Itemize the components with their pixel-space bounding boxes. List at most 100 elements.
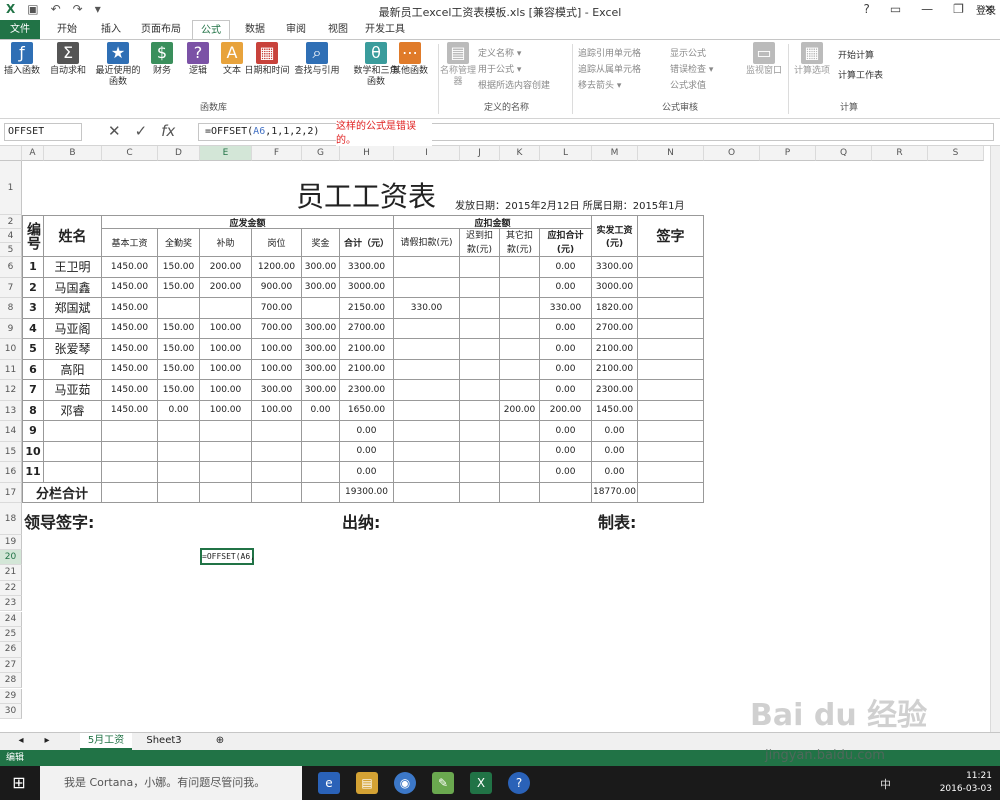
cell-deduct[interactable]: 0.00 [540,441,592,462]
cell-net[interactable]: 0.00 [592,462,638,483]
cell-other[interactable] [500,298,540,319]
row-header[interactable]: 16 [0,462,22,483]
cell-deduct[interactable]: 330.00 [540,298,592,319]
header-deduct-group[interactable]: 应扣金额 [394,215,592,229]
cell-post[interactable]: 900.00 [252,277,302,298]
cell-other[interactable] [500,257,540,278]
tab-1[interactable]: 开始 [46,20,88,39]
cell-attend[interactable] [158,441,200,462]
cell-subsidy[interactable]: 100.00 [200,380,252,401]
row-name[interactable] [44,462,102,483]
column-header[interactable]: Q [816,146,872,161]
row-header[interactable]: 17 [0,482,22,503]
cell-bonus[interactable]: 0.00 [302,400,340,421]
cell-sign[interactable] [638,298,704,319]
cell-base[interactable]: 1450.00 [102,380,158,401]
add-sheet-icon[interactable]: ⊕ [212,733,228,750]
row-header[interactable]: 10 [0,339,22,360]
vertical-scrollbar[interactable] [990,146,1000,732]
cell-base[interactable]: 1450.00 [102,298,158,319]
column-header[interactable]: R [872,146,928,161]
column-header[interactable]: K [500,146,540,161]
name-box[interactable]: OFFSET [4,123,82,141]
row-name[interactable]: 马国鑫 [44,277,102,298]
windows-start-icon[interactable]: ⊞ [8,772,30,794]
help-app-icon[interactable]: ? [508,772,530,794]
row-header[interactable]: 5 [0,243,22,257]
cell-attend[interactable]: 150.00 [158,339,200,360]
header-pay-col[interactable]: 基本工资 [102,229,158,257]
column-header[interactable]: S [928,146,984,161]
row-no[interactable]: 2 [22,277,44,298]
header-deduct-col[interactable]: 应扣合计(元) [540,229,592,257]
cell-sign[interactable] [638,421,704,442]
cell-sign[interactable] [638,359,704,380]
column-header[interactable]: P [760,146,816,161]
cell-bonus[interactable]: 300.00 [302,257,340,278]
row-header[interactable]: 7 [0,277,22,298]
row-no[interactable]: 6 [22,359,44,380]
tab-4[interactable]: 公式 [192,20,230,40]
row-no[interactable]: 1 [22,257,44,278]
row-header[interactable]: 20 [0,549,22,566]
row-name[interactable]: 张爱琴 [44,339,102,360]
cell-leave[interactable] [394,421,460,442]
subtotal-cell[interactable] [460,482,500,503]
header-pay-group[interactable]: 应发金额 [102,215,394,229]
column-header[interactable]: F [252,146,302,161]
worksheet-grid[interactable]: A B C D E F G H I J K L M N O P Q R S 1 2 4 5 6 7 8 9 10 11 12 13 14 15 1… [0,146,990,732]
subtotal-cell[interactable] [252,482,302,503]
column-header[interactable]: H [340,146,394,161]
cell-sign[interactable] [638,257,704,278]
cell-net[interactable]: 0.00 [592,441,638,462]
cell-base[interactable]: 1450.00 [102,318,158,339]
cell-late[interactable] [460,298,500,319]
cell-total[interactable]: 2100.00 [340,359,394,380]
tab-3[interactable]: 页面布局 [134,20,188,39]
cell-deduct[interactable]: 0.00 [540,462,592,483]
column-header[interactable]: A [22,146,44,161]
subtotal-cell[interactable] [638,482,704,503]
cell-leave[interactable]: 330.00 [394,298,460,319]
row-header[interactable]: 19 [0,534,22,550]
sheet-tab[interactable]: Sheet3 [138,733,190,750]
row-header[interactable]: 4 [0,229,22,243]
tab-7[interactable]: 视图 [320,20,356,39]
ribbon-btn-9[interactable]: ⋯ 其他函数 [390,42,430,77]
enter-icon[interactable]: ✓ [135,122,148,140]
minimize-icon[interactable]: — [921,2,933,16]
tab-5[interactable]: 数据 [236,20,274,39]
cell-attend[interactable] [158,421,200,442]
column-header[interactable]: O [704,146,760,161]
name-manager-button[interactable]: ▤ 名称管理器 [440,42,476,88]
cell-net[interactable]: 1450.00 [592,400,638,421]
auditing-item-2[interactable]: 移去箭头 ▾ [578,78,621,91]
cell-attend[interactable]: 150.00 [158,318,200,339]
calc-options-button[interactable]: ▦ 计算选项 [790,42,834,77]
cell-net[interactable]: 2100.00 [592,359,638,380]
ime-indicator[interactable]: 中 [880,776,891,792]
cell-total[interactable]: 2100.00 [340,339,394,360]
row-header[interactable]: 6 [0,257,22,278]
row-header[interactable]: 23 [0,596,22,612]
editing-cell[interactable]: =OFFSET(A6, [200,547,255,565]
cell-total[interactable]: 0.00 [340,441,394,462]
header-name[interactable]: 姓名 [44,215,102,257]
auditing-item-4[interactable]: 错误检查 ▾ [670,62,713,75]
cell-late[interactable] [460,318,500,339]
cell-bonus[interactable] [302,462,340,483]
row-header[interactable]: 24 [0,611,22,627]
row-header[interactable]: 28 [0,673,22,689]
ribbon-display-icon[interactable]: ▭ [890,2,901,16]
cell-late[interactable] [460,359,500,380]
row-header[interactable]: 1 [0,161,22,215]
cell-attend[interactable]: 150.00 [158,359,200,380]
cell-late[interactable] [460,462,500,483]
header-pay-col[interactable]: 全勤奖 [158,229,200,257]
restore-icon[interactable]: ❐ [953,2,964,16]
cell-deduct[interactable]: 200.00 [540,400,592,421]
paint-icon[interactable]: ✎ [432,772,454,794]
row-header[interactable]: 30 [0,703,22,720]
ribbon-btn-3[interactable]: $ 财务 [142,42,182,77]
subtotal-cell[interactable]: 18770.00 [592,482,638,503]
